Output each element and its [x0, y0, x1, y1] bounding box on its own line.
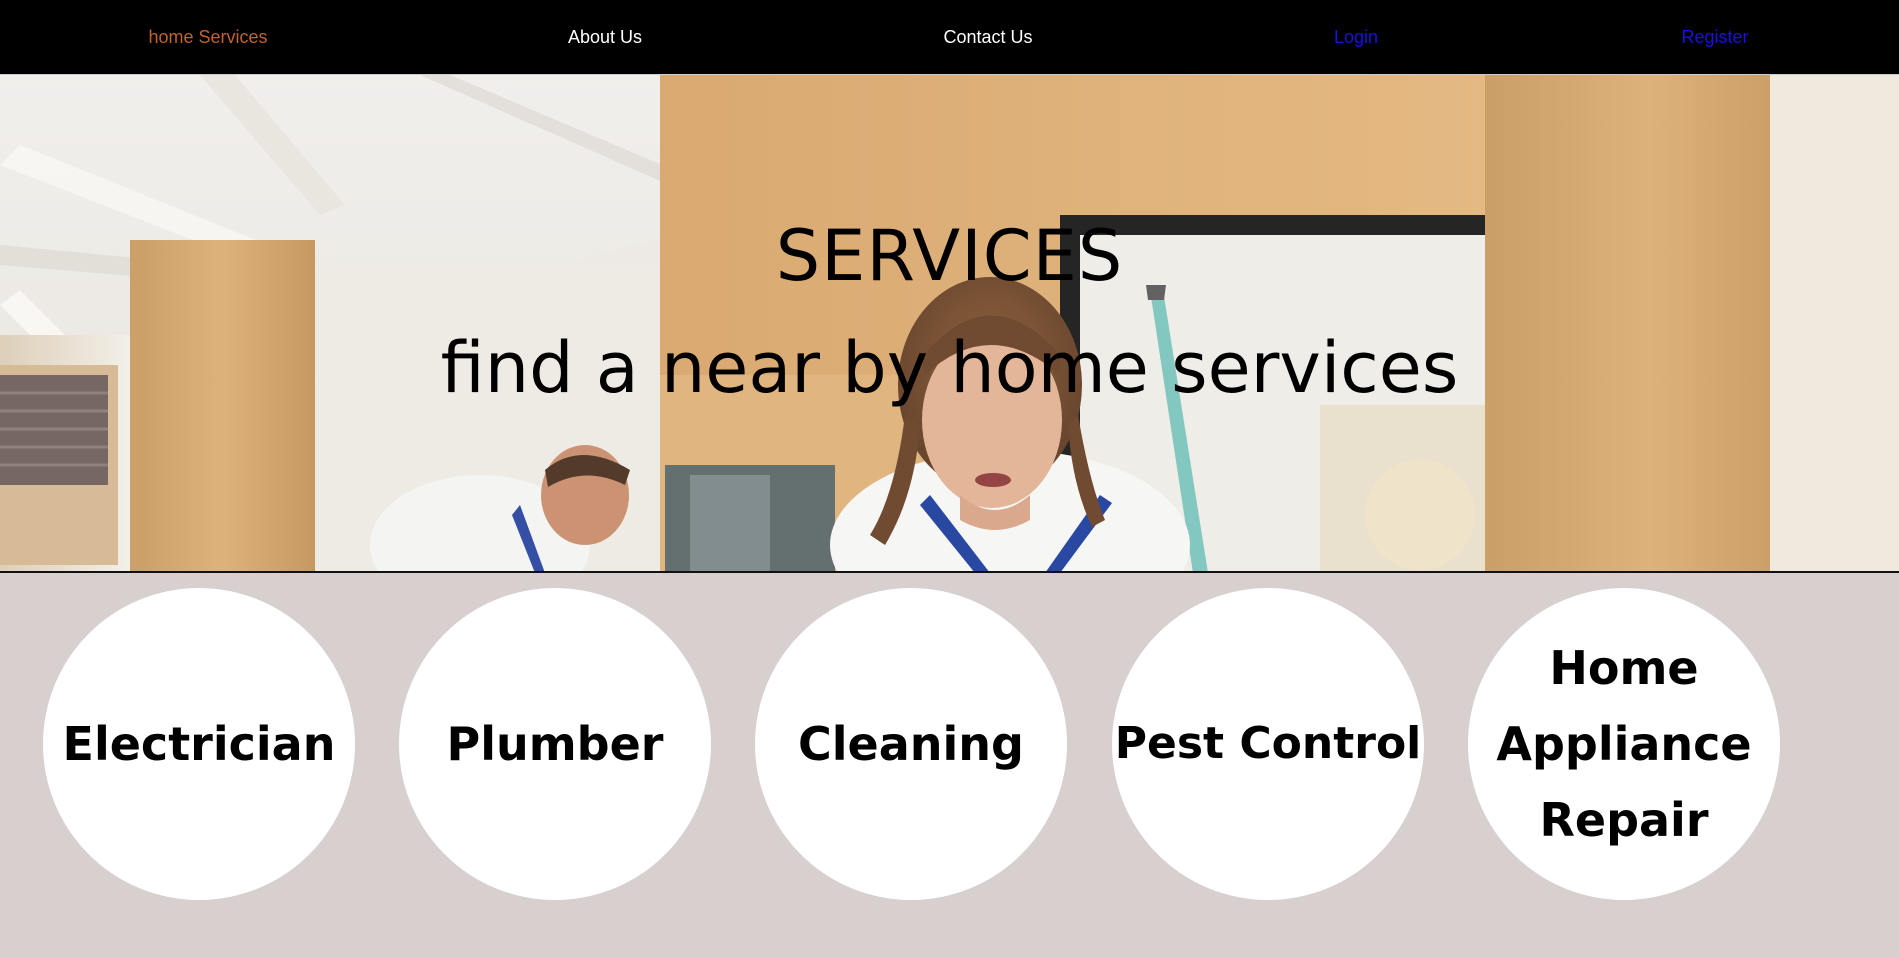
service-card-electrician[interactable]: Electrician: [43, 588, 355, 900]
top-navbar: home Services About Us Contact Us Login …: [0, 0, 1899, 75]
hero-subtitle: find a near by home services: [440, 327, 1459, 409]
service-card-pest-control[interactable]: Pest Control: [1112, 588, 1424, 900]
nav-link-register[interactable]: Register: [1681, 24, 1748, 50]
hero-title: SERVICES: [775, 215, 1124, 297]
service-card-home-appliance-repair[interactable]: Home Appliance Repair: [1468, 588, 1780, 900]
service-card-cleaning[interactable]: Cleaning: [755, 588, 1067, 900]
nav-link-about-us[interactable]: About Us: [568, 24, 642, 50]
nav-link-home-services[interactable]: home Services: [148, 24, 267, 50]
service-card-plumber[interactable]: Plumber: [399, 588, 711, 900]
nav-link-login[interactable]: Login: [1334, 24, 1378, 50]
services-section: Electrician Plumber Cleaning Pest Contro…: [0, 575, 1899, 958]
nav-link-contact-us[interactable]: Contact Us: [943, 24, 1032, 50]
hero-background-image: [0, 75, 1899, 571]
hero-banner: SERVICES find a near by home services: [0, 75, 1899, 573]
